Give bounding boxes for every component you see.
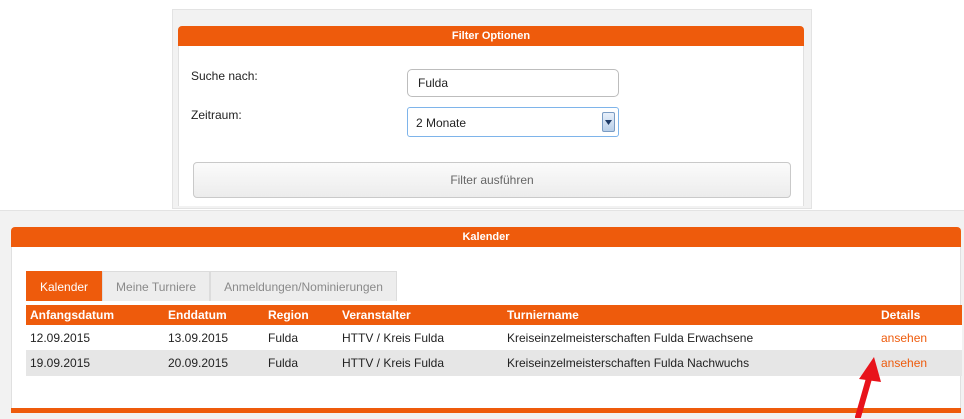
column-header-start-date[interactable]: Anfangsdatum	[30, 305, 114, 325]
organizer-cell: HTTV / Kreis Fulda	[342, 356, 445, 370]
column-header-region[interactable]: Region	[268, 305, 309, 325]
calendar-panel-body: Kalender Meine Turniere Anmeldungen/Nomi…	[11, 247, 962, 413]
period-select[interactable]: 2 Monate	[407, 107, 619, 137]
filter-panel-title: Filter Optionen	[178, 26, 804, 46]
end-date-cell: 13.09.2015	[168, 330, 229, 345]
tournament-table: Anfangsdatum Enddatum Region Veranstalte…	[26, 305, 962, 376]
calendar-panel-title: Kalender	[11, 227, 961, 247]
details-link[interactable]: ansehen	[881, 325, 927, 350]
chevron-down-icon[interactable]	[602, 112, 615, 132]
column-header-organizer[interactable]: Veranstalter	[342, 305, 411, 325]
tab-meine-turniere[interactable]: Meine Turniere	[102, 271, 211, 301]
start-date-cell: 12.09.2015	[30, 330, 91, 345]
run-filter-button[interactable]: Filter ausführen	[193, 162, 791, 198]
period-select-value: 2 Monate	[416, 116, 467, 130]
tab-bar: Kalender Meine Turniere Anmeldungen/Nomi…	[26, 271, 397, 301]
tournament-name-cell: Kreiseinzelmeisterschaften Fulda Nachwuc…	[507, 356, 750, 370]
column-header-details: Details	[881, 308, 921, 322]
start-date-cell: 19.09.2015	[30, 356, 91, 370]
region-cell: Fulda	[268, 330, 299, 345]
region-cell: Fulda	[268, 356, 299, 370]
column-header-end-date[interactable]: Enddatum	[168, 305, 227, 325]
filter-panel: Filter Optionen Suche nach: Zeitraum: 2 …	[172, 9, 812, 209]
red-arrow-icon	[855, 357, 881, 418]
period-label: Zeitraum:	[191, 108, 242, 122]
end-date-cell: 20.09.2015	[168, 356, 229, 370]
column-header-tournament-name[interactable]: Turniername	[507, 305, 579, 325]
tab-anmeldungen-nominierungen[interactable]: Anmeldungen/Nominierungen	[210, 271, 397, 301]
table-header-row: Anfangsdatum Enddatum Region Veranstalte…	[26, 305, 962, 325]
calendar-panel-footer-bar	[11, 408, 961, 413]
search-input[interactable]	[407, 69, 619, 97]
filter-panel-body: Suche nach: Zeitraum: 2 Monate Filter au…	[178, 46, 804, 206]
calendar-panel: Kalender Kalender Meine Turniere Anmeldu…	[0, 210, 964, 419]
organizer-cell: HTTV / Kreis Fulda	[342, 330, 445, 345]
table-row: 19.09.2015 20.09.2015 Fulda HTTV / Kreis…	[26, 350, 962, 376]
tab-kalender[interactable]: Kalender	[26, 271, 103, 301]
table-row: 12.09.2015 13.09.2015 Fulda HTTV / Kreis…	[26, 325, 962, 350]
tournament-name-cell: Kreiseinzelmeisterschaften Fulda Erwachs…	[507, 330, 754, 345]
search-label: Suche nach:	[191, 69, 258, 83]
